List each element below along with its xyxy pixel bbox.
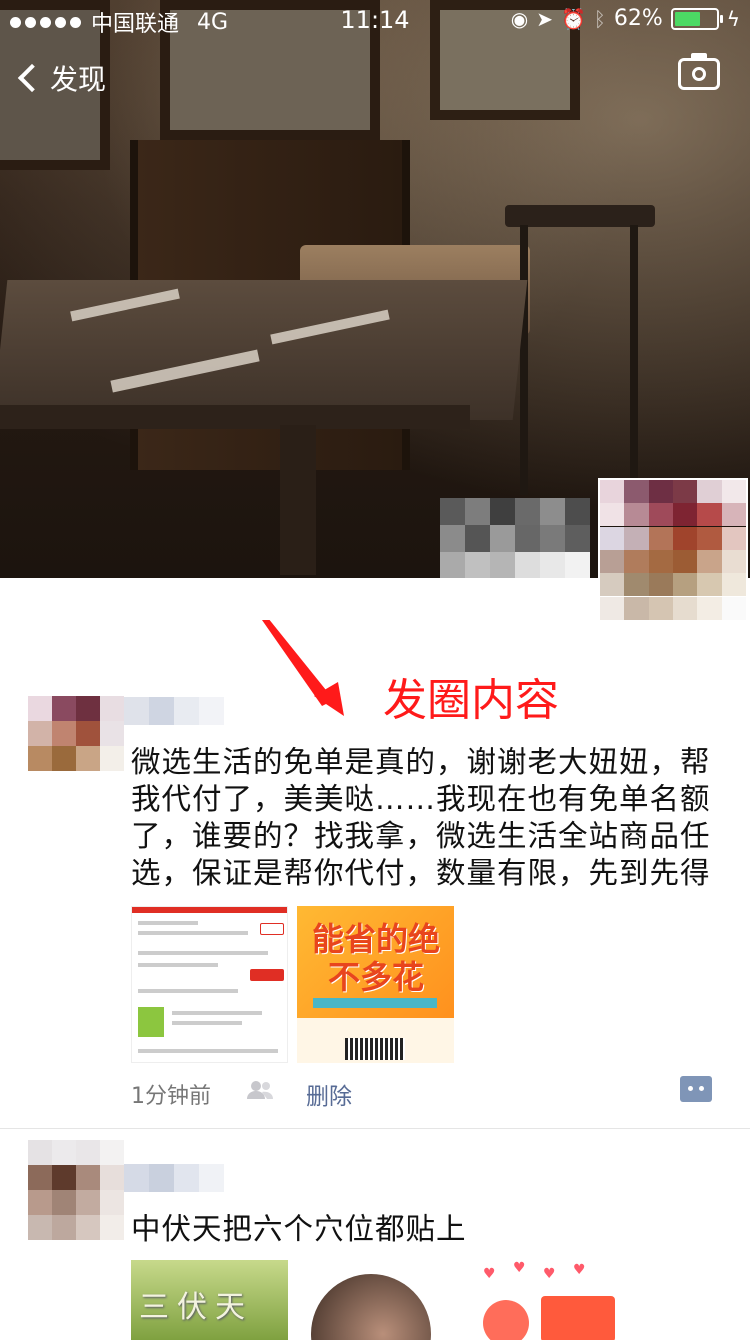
charging-icon: ϟ	[726, 6, 740, 31]
annotation-label: 发圈内容	[383, 675, 559, 726]
poster-headline: 能省的绝不多花	[311, 920, 440, 996]
status-bar: 中国联通 4G 11:14 ◉ ➤ ⏰ ᛒ 62% ϟ	[0, 0, 750, 40]
nav-bar: 发现	[0, 52, 750, 102]
banner-text: 三伏天	[139, 1290, 253, 1325]
chevron-left-icon	[17, 63, 47, 93]
battery-percent: 62%	[613, 6, 663, 31]
cover-stool	[505, 205, 655, 227]
post-image-portrait[interactable]	[297, 1260, 454, 1340]
own-avatar-mosaic[interactable]	[598, 478, 748, 622]
qr-code-icon	[345, 1038, 405, 1060]
post-time: 1分钟前	[131, 1084, 211, 1109]
rotation-lock-icon: ◉	[510, 6, 529, 31]
red-arrow-annotation	[262, 620, 344, 716]
battery-icon	[670, 7, 723, 30]
delete-button[interactable]: 删除	[306, 1077, 352, 1111]
own-nickname-mosaic	[440, 498, 590, 578]
post-divider	[0, 1128, 750, 1129]
bluetooth-icon: ᛒ	[593, 6, 606, 31]
cover-stool-leg	[630, 225, 638, 495]
post-text: 中伏天把六个穴位都贴上	[131, 1212, 467, 1246]
cover-table-leg	[280, 425, 316, 575]
post-text: 微选生活的免单是真的，谢谢老大妞妞，帮我代付了，美美哒……我现在也有免单名额了，…	[131, 745, 711, 890]
post-image-order-screenshot[interactable]	[131, 906, 288, 1063]
back-label: 发现	[50, 63, 107, 96]
nickname-mosaic[interactable]	[124, 1164, 224, 1192]
visibility-people-icon[interactable]	[246, 1080, 274, 1100]
post-image-promo-poster[interactable]: 能省的绝不多花	[297, 906, 454, 1063]
cover-stool-leg	[520, 225, 528, 495]
location-icon: ➤	[536, 6, 553, 31]
avatar[interactable]	[28, 696, 124, 771]
post-image-promo-graphic[interactable]: ♥ ♥ ♥ ♥	[463, 1260, 620, 1340]
alarm-icon: ⏰	[560, 6, 586, 31]
avatar[interactable]	[28, 1140, 124, 1240]
back-button[interactable]: 发现	[17, 58, 107, 98]
nickname-mosaic[interactable]	[124, 697, 224, 725]
cover-table-edge	[0, 405, 470, 429]
camera-icon[interactable]	[678, 53, 720, 90]
comment-icon[interactable]	[680, 1076, 712, 1102]
post-image-sanfu-banner[interactable]: 三伏天	[131, 1260, 288, 1340]
cover-table	[0, 280, 528, 420]
